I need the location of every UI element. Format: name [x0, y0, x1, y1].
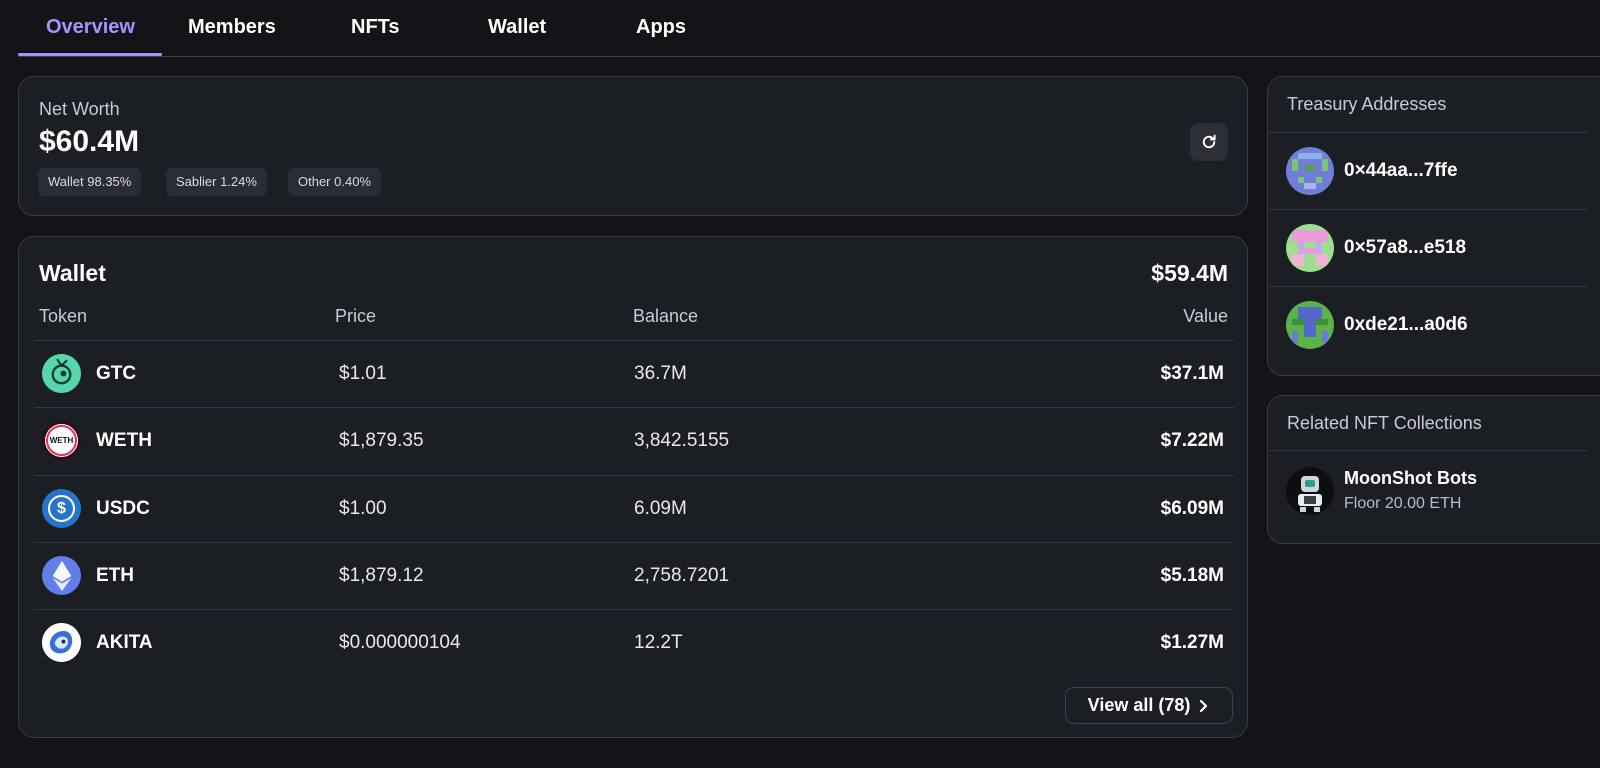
- column-header-value: Value: [1183, 306, 1228, 326]
- token-balance: 6.09M: [634, 498, 687, 519]
- net-worth-label: Net Worth: [39, 99, 120, 119]
- column-header-token: Token: [39, 306, 88, 326]
- weth-icon-text: WETH: [49, 436, 74, 445]
- nft-collections-card: Related NFT Collections MoonShot Bots Fl…: [1267, 395, 1600, 544]
- view-all-button[interactable]: View all (78): [1065, 687, 1233, 724]
- usdc-icon-text: $: [57, 499, 66, 517]
- chevron-right-icon: [1200, 699, 1208, 712]
- treasury-title: Treasury Addresses: [1287, 94, 1447, 114]
- treasury-address-row[interactable]: 0×44aa...7ffe: [1268, 133, 1588, 209]
- token-value: $1.27M: [1160, 632, 1224, 653]
- wallet-total: $59.4M: [1151, 260, 1228, 286]
- token-symbol: WETH: [96, 430, 152, 451]
- token-price: $1.01: [339, 363, 387, 384]
- other-share-chip: Other 0.40%: [288, 168, 381, 196]
- gtc-token-icon: [42, 354, 81, 393]
- active-tab-indicator: [18, 53, 162, 56]
- token-symbol: USDC: [96, 498, 150, 519]
- token-price: $1,879.12: [339, 565, 424, 586]
- token-row[interactable]: $ USDC $1.00 6.09M $6.09M: [34, 476, 1234, 543]
- nft-collection-floor: Floor 20.00 ETH: [1344, 495, 1462, 512]
- akita-token-icon: [42, 623, 81, 662]
- sablier-share-chip: Sablier 1.24%: [166, 168, 267, 196]
- net-worth-value: $60.4M: [39, 125, 140, 158]
- nft-collection-row[interactable]: MoonShot Bots Floor 20.00 ETH: [1268, 451, 1588, 541]
- treasury-address: 0xde21...a0d6: [1344, 314, 1468, 335]
- tab-overview[interactable]: Overview: [46, 16, 135, 39]
- address-avatar: [1286, 301, 1334, 349]
- token-value: $37.1M: [1160, 363, 1224, 384]
- nft-collection-avatar: [1286, 467, 1334, 515]
- address-avatar: [1286, 224, 1334, 272]
- tab-wallet[interactable]: Wallet: [488, 16, 546, 39]
- treasury-address-row[interactable]: 0×57a8...e518: [1268, 210, 1588, 286]
- token-price: $1,879.35: [339, 430, 424, 451]
- token-price: $1.00: [339, 498, 387, 519]
- usdc-token-icon: $: [42, 489, 81, 528]
- net-worth-card: Net Worth $60.4M Wallet 98.35% Sablier 1…: [18, 76, 1248, 216]
- wallet-share-chip: Wallet 98.35%: [38, 168, 142, 196]
- tab-apps[interactable]: Apps: [636, 16, 686, 39]
- column-header-price: Price: [335, 306, 377, 326]
- token-value: $5.18M: [1160, 565, 1224, 586]
- wallet-title: Wallet: [39, 260, 106, 286]
- token-symbol: AKITA: [96, 632, 153, 653]
- token-row[interactable]: WETH WETH $1,879.35 3,842.5155 $7.22M: [34, 408, 1234, 475]
- token-row[interactable]: AKITA $0.000000104 12.2T $1.27M: [34, 610, 1234, 677]
- token-value: $7.22M: [1160, 430, 1224, 451]
- tab-nfts[interactable]: NFTs: [351, 16, 400, 39]
- eth-token-icon: [42, 556, 81, 595]
- token-balance: 2,758.7201: [634, 565, 730, 586]
- treasury-address: 0×57a8...e518: [1344, 237, 1467, 258]
- column-header-balance: Balance: [633, 306, 699, 326]
- tab-bar: Overview Members NFTs Wallet Apps: [18, 0, 1600, 57]
- view-all-label: View all (78): [1087, 695, 1191, 715]
- treasury-addresses-card: Treasury Addresses 0×44aa...7ffe 0×57a8.…: [1267, 76, 1600, 376]
- address-avatar: [1286, 147, 1334, 195]
- token-price: $0.000000104: [339, 632, 461, 653]
- wallet-card: Wallet $59.4M Token Price Balance Value …: [18, 236, 1248, 738]
- refresh-button[interactable]: [1190, 123, 1228, 161]
- token-row[interactable]: GTC $1.01 36.7M $37.1M: [34, 341, 1234, 408]
- treasury-address: 0×44aa...7ffe: [1344, 160, 1458, 181]
- token-balance: 36.7M: [634, 363, 687, 384]
- dao-dashboard: Overview Members NFTs Wallet Apps Net Wo…: [0, 0, 1600, 768]
- token-value: $6.09M: [1160, 498, 1224, 519]
- weth-token-icon: WETH: [42, 421, 81, 460]
- nft-collections-title: Related NFT Collections: [1287, 413, 1482, 433]
- token-balance: 12.2T: [634, 632, 683, 653]
- nft-collection-name: MoonShot Bots: [1344, 468, 1477, 488]
- token-symbol: ETH: [96, 565, 134, 586]
- token-symbol: GTC: [96, 363, 137, 384]
- tab-members[interactable]: Members: [188, 16, 276, 39]
- token-balance: 3,842.5155: [634, 430, 730, 451]
- token-row[interactable]: ETH $1,879.12 2,758.7201 $5.18M: [34, 543, 1234, 610]
- refresh-icon: [1202, 134, 1216, 149]
- treasury-address-row[interactable]: 0xde21...a0d6: [1268, 287, 1588, 363]
